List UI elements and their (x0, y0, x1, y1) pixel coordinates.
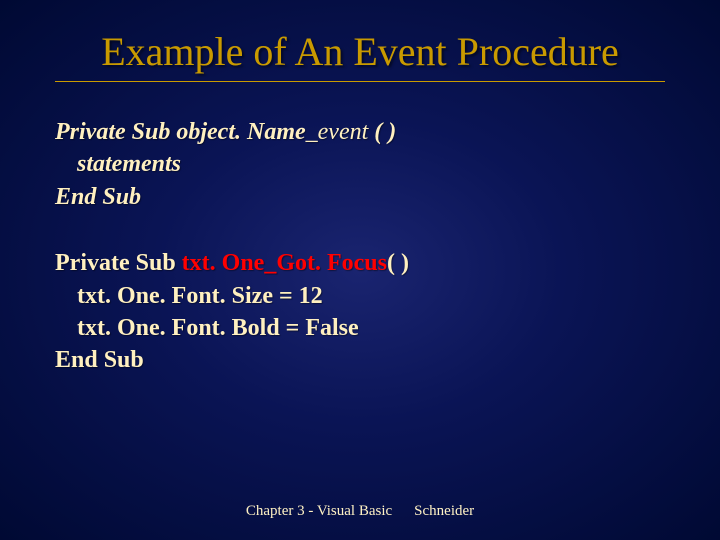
footer-author: Schneider (414, 503, 474, 519)
footer: Chapter 3 - Visual Basic Schneider (0, 503, 720, 520)
syntax-line-3: End Sub (55, 181, 665, 213)
syntax-line-2: statements (55, 148, 665, 180)
syntax-parens: ( ) (368, 119, 396, 145)
example-parens: ( ) (387, 250, 409, 276)
keyword-private-sub: Private Sub (55, 119, 176, 145)
example-line-3: txt. One. Font. Bold = False (55, 312, 665, 344)
example-line-2: txt. One. Font. Size = 12 (55, 280, 665, 312)
example-proc-name: txt. One_Got. Focus (182, 250, 387, 276)
syntax-block: Private Sub object. Name_event ( ) state… (55, 116, 665, 213)
slide: Example of An Event Procedure Private Su… (0, 0, 720, 540)
keyword-private-sub: Private Sub (55, 250, 182, 276)
syntax-object-name: object. Name (176, 119, 305, 145)
slide-title: Example of An Event Procedure (55, 28, 665, 82)
footer-chapter: Chapter 3 - Visual Basic (246, 503, 392, 519)
syntax-event-suffix: _event (306, 119, 369, 145)
example-line-4: End Sub (55, 344, 665, 376)
example-line-1: Private Sub txt. One_Got. Focus( ) (55, 247, 665, 279)
example-block: Private Sub txt. One_Got. Focus( ) txt. … (55, 247, 665, 377)
syntax-line-1: Private Sub object. Name_event ( ) (55, 116, 665, 148)
